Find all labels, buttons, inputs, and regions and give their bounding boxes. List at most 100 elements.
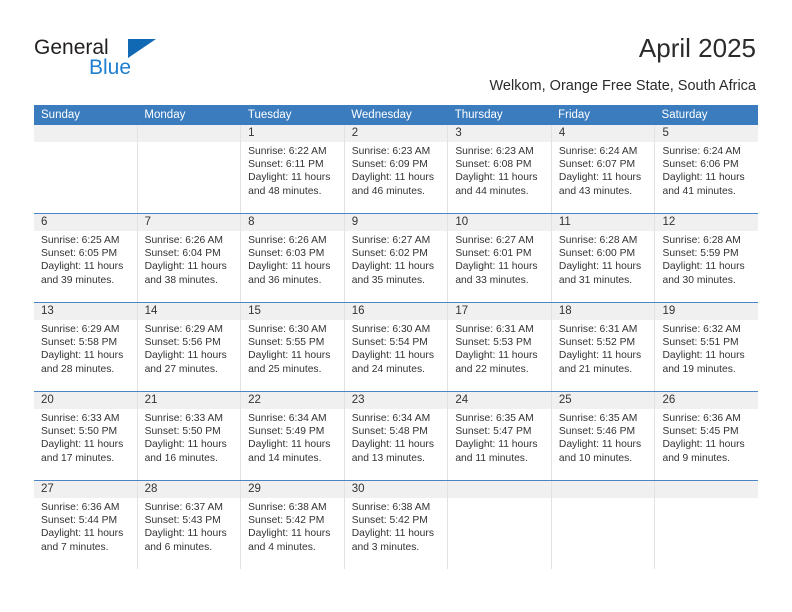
sunset-text: Sunset: 6:03 PM — [248, 248, 325, 260]
daylight-line1-text: Daylight: 11 hours — [41, 439, 124, 451]
page-header: General Blue April 2025 Welkom, Orange F… — [0, 0, 792, 104]
day-cell[interactable]: 22 Sunrise: 6:34 AM Sunset: 5:49 PM Dayligh… — [241, 392, 345, 480]
day-cell[interactable]: 27 Sunrise: 6:36 AM Sunset: 5:44 PM Dayligh… — [34, 481, 138, 569]
sunset-text: Sunset: 5:54 PM — [351, 337, 428, 349]
sunrise-text: Sunrise: 6:23 AM — [351, 146, 431, 157]
day-cell[interactable]: 10 Sunrise: 6:27 AM Sunset: 6:01 PM Dayligh… — [448, 214, 552, 302]
sunset-text: Sunset: 5:42 PM — [351, 515, 428, 527]
daylight-line1-text: Daylight: 11 hours — [351, 172, 434, 184]
sunset-text: Sunset: 5:46 PM — [558, 426, 636, 438]
daylight-line1-text: Daylight: 11 hours — [455, 261, 538, 273]
sunset-text: Sunset: 5:47 PM — [455, 426, 532, 438]
sunset-text: Sunset: 6:00 PM — [558, 248, 636, 260]
daylight-line1-text: Daylight: 11 hours — [455, 350, 538, 362]
day-number — [448, 481, 551, 498]
sunset-text: Sunset: 5:59 PM — [662, 248, 739, 260]
sunset-text: Sunset: 5:43 PM — [144, 515, 221, 527]
general-blue-logo[interactable]: General Blue — [34, 36, 204, 84]
day-cell[interactable]: 16 Sunrise: 6:30 AM Sunset: 5:54 PM Dayligh… — [344, 303, 449, 391]
day-cell[interactable]: 13 Sunrise: 6:29 AM Sunset: 5:58 PM Dayligh… — [34, 303, 138, 391]
day-cell[interactable]: 21 Sunrise: 6:33 AM Sunset: 5:50 PM Dayligh… — [137, 392, 242, 480]
day-cell[interactable]: 7 Sunrise: 6:26 AM Sunset: 6:04 PM Daylight… — [137, 214, 242, 302]
day-cell[interactable]: 19 Sunrise: 6:32 AM Sunset: 5:51 PM Dayligh… — [655, 303, 759, 391]
day-cell[interactable]: 18 Sunrise: 6:31 AM Sunset: 5:52 PM Dayligh… — [551, 303, 656, 391]
sunrise-text: Sunrise: 6:35 AM — [558, 413, 638, 424]
day-cell[interactable]: 2 Sunrise: 6:23 AM Sunset: 6:09 PM Daylight… — [344, 125, 449, 213]
day-cell[interactable]: 25 Sunrise: 6:35 AM Sunset: 5:46 PM Dayligh… — [551, 392, 656, 480]
daylight-line2-text: and 25 minutes. — [248, 363, 322, 375]
day-cell[interactable]: 4 Sunrise: 6:24 AM Sunset: 6:07 PM Daylight… — [551, 125, 656, 213]
day-details: Sunrise: 6:23 AM Sunset: 6:08 PM Daylight:… — [448, 142, 551, 198]
weekday-header-friday: Friday — [558, 109, 591, 121]
sunrise-text: Sunrise: 6:29 AM — [41, 324, 120, 335]
daylight-line1-text: Daylight: 11 hours — [351, 528, 434, 540]
day-number: 25 — [551, 392, 655, 409]
day-cell[interactable]: 26 Sunrise: 6:36 AM Sunset: 5:45 PM Dayligh… — [655, 392, 759, 480]
sunrise-text: Sunrise: 6:26 AM — [144, 235, 223, 246]
daylight-line2-text: and 19 minutes. — [662, 363, 736, 375]
daylight-line2-text: and 39 minutes. — [41, 274, 115, 286]
day-cell[interactable]: 9 Sunrise: 6:27 AM Sunset: 6:02 PM Daylight… — [344, 214, 449, 302]
day-details: Sunrise: 6:35 AM Sunset: 5:46 PM Daylight:… — [552, 409, 655, 465]
daylight-line1-text: Daylight: 11 hours — [558, 261, 642, 273]
daylight-line2-text: and 33 minutes. — [455, 274, 529, 286]
daylight-line1-text: Daylight: 11 hours — [455, 439, 538, 451]
daylight-line2-text: and 14 minutes. — [248, 452, 322, 464]
sunrise-text: Sunrise: 6:27 AM — [455, 235, 534, 246]
daylight-line1-text: Daylight: 11 hours — [558, 439, 642, 451]
day-cell[interactable]: 14 Sunrise: 6:29 AM Sunset: 5:56 PM Dayligh… — [137, 303, 242, 391]
calendar-weeks: 1 Sunrise: 6:22 AM Sunset: 6:11 PM Daylight… — [34, 125, 759, 569]
daylight-line2-text: and 43 minutes. — [558, 185, 633, 197]
calendar-week-row: 20 Sunrise: 6:33 AM Sunset: 5:50 PM Dayligh… — [34, 391, 759, 480]
sunrise-text: Sunrise: 6:36 AM — [662, 413, 741, 424]
day-cell[interactable]: 1 Sunrise: 6:22 AM Sunset: 6:11 PM Daylight… — [241, 125, 345, 213]
day-cell[interactable]: 24 Sunrise: 6:35 AM Sunset: 5:47 PM Dayligh… — [448, 392, 552, 480]
daylight-line2-text: and 21 minutes. — [558, 363, 633, 375]
day-cell[interactable]: 30 Sunrise: 6:38 AM Sunset: 5:42 PM Dayligh… — [344, 481, 449, 569]
day-details: Sunrise: 6:22 AM Sunset: 6:11 PM Daylight:… — [241, 142, 344, 198]
day-number: 2 — [344, 125, 448, 142]
sunrise-text: Sunrise: 6:29 AM — [144, 324, 223, 335]
day-number: 19 — [655, 303, 759, 320]
day-details: Sunrise: 6:26 AM Sunset: 6:04 PM Daylight:… — [138, 231, 241, 287]
day-number: 21 — [137, 392, 241, 409]
daylight-line1-text: Daylight: 11 hours — [248, 261, 331, 273]
day-number: 27 — [34, 481, 137, 498]
sunrise-text: Sunrise: 6:23 AM — [455, 146, 534, 157]
day-cell[interactable]: 6 Sunrise: 6:25 AM Sunset: 6:05 PM Daylight… — [34, 214, 138, 302]
sunrise-text: Sunrise: 6:30 AM — [351, 324, 431, 335]
daylight-line2-text: and 17 minutes. — [41, 452, 115, 464]
day-details: Sunrise: 6:28 AM Sunset: 5:59 PM Daylight:… — [655, 231, 758, 287]
day-cell[interactable]: 5 Sunrise: 6:24 AM Sunset: 6:06 PM Daylight… — [655, 125, 759, 213]
daylight-line2-text: and 11 minutes. — [455, 452, 528, 464]
daylight-line1-text: Daylight: 11 hours — [351, 350, 434, 362]
day-cell[interactable]: 8 Sunrise: 6:26 AM Sunset: 6:03 PM Daylight… — [241, 214, 345, 302]
day-cell[interactable]: 29 Sunrise: 6:38 AM Sunset: 5:42 PM Dayligh… — [241, 481, 345, 569]
weekday-header-wednesday: Wednesday — [351, 109, 412, 121]
day-cell[interactable]: 28 Sunrise: 6:37 AM Sunset: 5:43 PM Dayligh… — [137, 481, 242, 569]
day-details: Sunrise: 6:31 AM Sunset: 5:53 PM Daylight:… — [448, 320, 551, 376]
sunrise-text: Sunrise: 6:33 AM — [41, 413, 120, 424]
day-cell[interactable]: 20 Sunrise: 6:33 AM Sunset: 5:50 PM Dayligh… — [34, 392, 138, 480]
day-number: 16 — [344, 303, 448, 320]
day-cell[interactable]: 17 Sunrise: 6:31 AM Sunset: 5:53 PM Dayligh… — [448, 303, 552, 391]
sunset-text: Sunset: 5:55 PM — [248, 337, 325, 349]
sunset-text: Sunset: 6:06 PM — [662, 159, 739, 171]
sunset-text: Sunset: 6:05 PM — [41, 248, 118, 260]
daylight-line2-text: and 16 minutes. — [144, 452, 218, 464]
day-number: 1 — [241, 125, 344, 142]
sunrise-text: Sunrise: 6:31 AM — [558, 324, 638, 335]
day-cell[interactable]: 3 Sunrise: 6:23 AM Sunset: 6:08 PM Daylight… — [448, 125, 552, 213]
weekday-header-row: Sunday Monday Tuesday Wednesday Thursday Frid… — [34, 105, 758, 125]
day-number: 15 — [241, 303, 344, 320]
daylight-line1-text: Daylight: 11 hours — [558, 350, 642, 362]
daylight-line2-text: and 38 minutes. — [144, 274, 218, 286]
day-cell[interactable]: 15 Sunrise: 6:30 AM Sunset: 5:55 PM Dayligh… — [241, 303, 345, 391]
day-cell[interactable]: 12 Sunrise: 6:28 AM Sunset: 5:59 PM Dayligh… — [655, 214, 759, 302]
sunrise-text: Sunrise: 6:28 AM — [662, 235, 741, 246]
daylight-line1-text: Daylight: 11 hours — [662, 261, 745, 273]
day-cell[interactable]: 23 Sunrise: 6:34 AM Sunset: 5:48 PM Dayligh… — [344, 392, 449, 480]
daylight-line1-text: Daylight: 11 hours — [144, 439, 227, 451]
day-cell[interactable]: 11 Sunrise: 6:28 AM Sunset: 6:00 PM Dayligh… — [551, 214, 656, 302]
daylight-line1-text: Daylight: 11 hours — [248, 172, 331, 184]
